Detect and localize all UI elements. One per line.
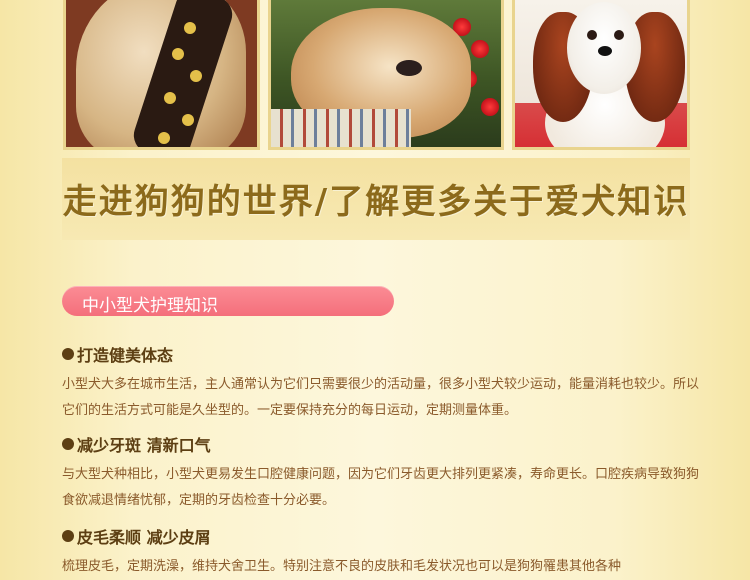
tip-item: 减少牙斑 清新口气 与大型犬种相比，小型犬更易发生口腔健康问题，因为它们牙齿更大… (62, 432, 702, 514)
tip-title-text: 减少牙斑 清新口气 (77, 436, 211, 455)
headline-banner: 走进狗狗的世界/了解更多关于爱犬知识 (62, 158, 690, 240)
tip-item: 打造健美体态 小型犬大多在城市生活，主人通常认为它们只需要很少的活动量，很多小型… (62, 342, 702, 424)
bullet-icon (62, 348, 74, 360)
tip-title-text: 皮毛柔顺 减少皮屑 (77, 528, 211, 547)
dog-photo-golden-tie (63, 0, 260, 150)
tip-title: 减少牙斑 清新口气 (62, 432, 702, 456)
dog-photo-bulldog (268, 0, 504, 150)
bullet-icon (62, 530, 74, 542)
tip-text: 梳理皮毛，定期洗澡，维持犬舍卫生。特别注意不良的皮肤和毛发状况也可以是狗狗罹患其… (62, 559, 622, 574)
tip-text: 与大型犬种相比，小型犬更易发生口腔健康问题，因为它们牙齿更大排列更紧凑，寿命更长… (62, 467, 700, 508)
page-title: 走进狗狗的世界/了解更多关于爱犬知识 (62, 182, 690, 222)
tip-title: 皮毛柔顺 减少皮屑 (62, 524, 702, 548)
dog-photo-cavalier (512, 0, 690, 150)
tip-title-text: 打造健美体态 (77, 346, 174, 365)
tip-text: 小型犬大多在城市生活，主人通常认为它们只需要很少的活动量，很多小型犬较少运动，能… (62, 377, 700, 418)
photo-strip (0, 0, 750, 158)
bullet-icon (62, 438, 74, 450)
tip-title: 打造健美体态 (62, 342, 702, 366)
section-header: 中小型犬护理知识 (62, 286, 394, 316)
tip-item: 皮毛柔顺 减少皮屑 梳理皮毛，定期洗澡，维持犬舍卫生。特别注意不良的皮肤和毛发状… (62, 524, 702, 580)
section-header-label: 中小型犬护理知识 (82, 296, 218, 316)
